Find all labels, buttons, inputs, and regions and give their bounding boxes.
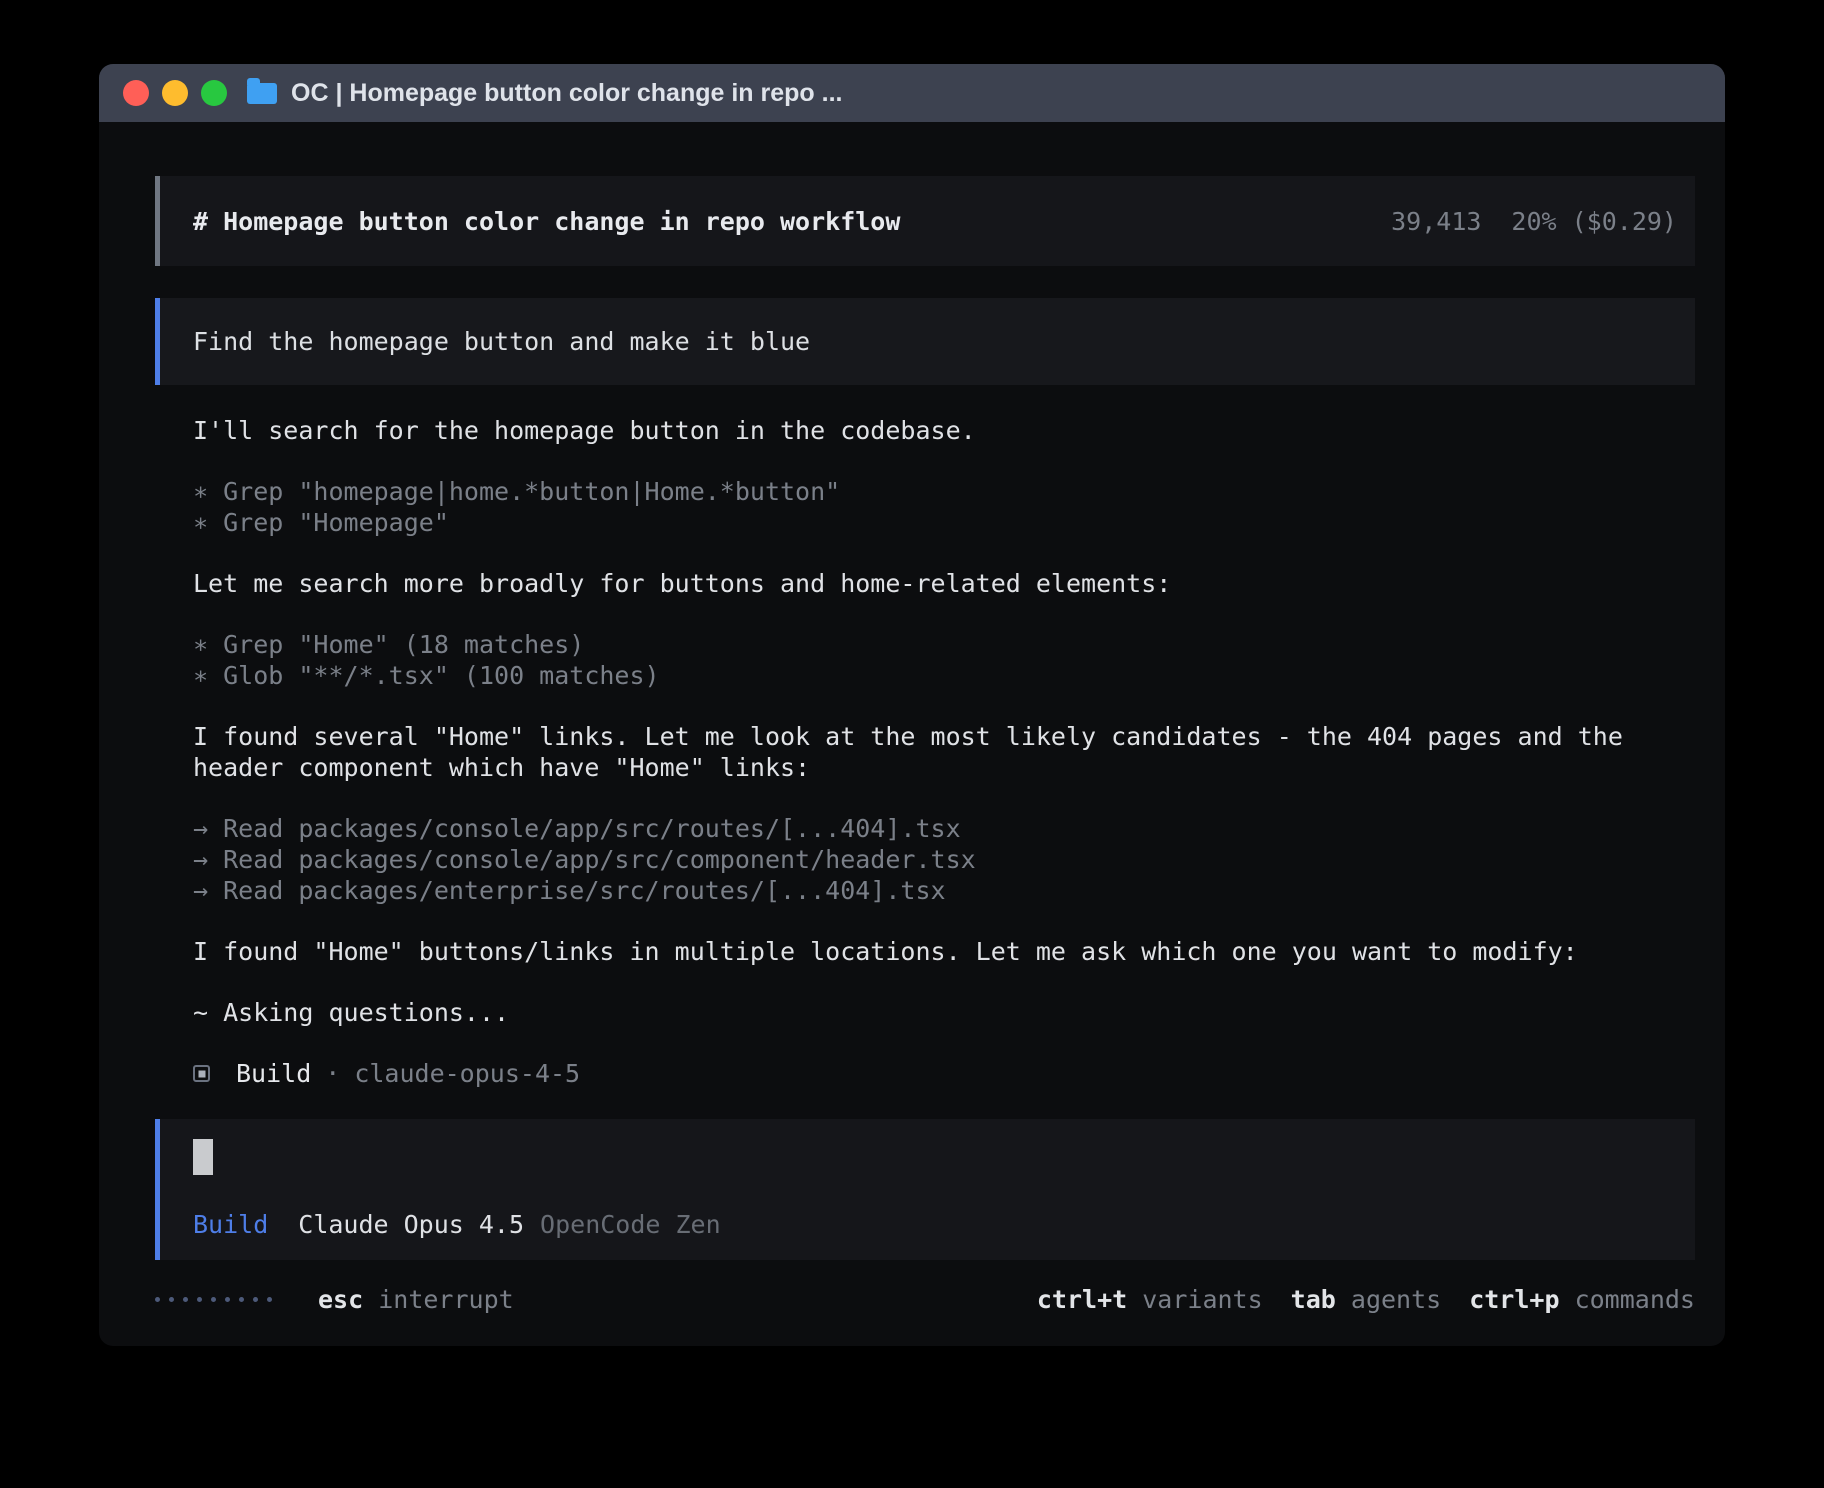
shortcut-commands: ctrl+p commands: [1469, 1284, 1695, 1315]
agent-model: claude-opus-4-5: [354, 1058, 580, 1089]
shortcut-key: ctrl+t: [1037, 1285, 1127, 1314]
tool-call-line: → Read packages/enterprise/src/routes/[.…: [193, 875, 1695, 906]
shortcut-label: commands: [1575, 1285, 1695, 1314]
traffic-lights: [123, 80, 227, 106]
tool-call-line: ∗ Glob "**/*.tsx" (100 matches): [193, 660, 1695, 691]
agent-name: Build: [236, 1058, 311, 1089]
assistant-text-line: I'll search for the homepage button in t…: [193, 415, 1695, 446]
assistant-transcript: I'll search for the homepage button in t…: [155, 415, 1695, 1028]
prompt-input[interactable]: Build Claude Opus 4.5 OpenCode Zen: [155, 1119, 1695, 1260]
minimize-button[interactable]: [162, 80, 188, 106]
assistant-text-line: Let me search more broadly for buttons a…: [193, 568, 1695, 599]
agent-status-row: Build · claude-opus-4-5: [155, 1058, 1695, 1089]
spinner-dots: [155, 1297, 272, 1302]
assistant-text-line: I found several "Home" links. Let me loo…: [193, 721, 1695, 783]
input-agent-label[interactable]: Build: [193, 1209, 268, 1240]
close-button[interactable]: [123, 80, 149, 106]
window-titlebar: OC | Homepage button color change in rep…: [99, 64, 1725, 122]
terminal-window: OC | Homepage button color change in rep…: [99, 64, 1725, 1346]
tool-call-line: ∗ Grep "Home" (18 matches): [193, 629, 1695, 660]
terminal-content: # Homepage button color change in repo w…: [99, 122, 1725, 1315]
context-usage: 20% ($0.29): [1511, 207, 1677, 236]
shortcut-variants: ctrl+t variants: [1037, 1284, 1263, 1315]
token-count: 39,413: [1391, 207, 1481, 236]
shortcut-hints: ctrl+t variants tab agents ctrl+p comman…: [1009, 1284, 1695, 1315]
text-cursor: [193, 1139, 213, 1175]
tool-call-line: → Read packages/console/app/src/routes/[…: [193, 813, 1695, 844]
interrupt-label: interrupt: [378, 1285, 513, 1314]
user-message-text: Find the homepage button and make it blu…: [193, 327, 810, 356]
zoom-button[interactable]: [201, 80, 227, 106]
assistant-status-line: ~ Asking questions...: [193, 997, 1695, 1028]
tool-call-line: ∗ Grep "homepage|home.*button|Home.*butt…: [193, 476, 1695, 507]
shortcut-key: ctrl+p: [1469, 1285, 1559, 1314]
tool-call-line: → Read packages/console/app/src/componen…: [193, 844, 1695, 875]
shortcut-key: tab: [1291, 1285, 1336, 1314]
window-title: OC | Homepage button color change in rep…: [291, 79, 842, 108]
agent-separator: ·: [325, 1058, 340, 1089]
folder-icon: [247, 83, 277, 104]
user-message: Find the homepage button and make it blu…: [155, 298, 1695, 385]
agent-icon: [193, 1065, 210, 1082]
assistant-text-line: I found "Home" buttons/links in multiple…: [193, 936, 1695, 967]
input-model-label[interactable]: Claude Opus 4.5: [298, 1209, 524, 1240]
input-provider-label: OpenCode Zen: [540, 1209, 721, 1240]
session-title: # Homepage button color change in repo w…: [193, 207, 900, 236]
shortcut-agents: tab agents: [1291, 1284, 1442, 1315]
input-footer: Build Claude Opus 4.5 OpenCode Zen: [193, 1209, 1675, 1240]
tool-call-line: ∗ Grep "Homepage": [193, 507, 1695, 538]
interrupt-hint: esc interrupt: [318, 1284, 514, 1315]
session-header: # Homepage button color change in repo w…: [155, 176, 1695, 266]
shortcut-label: variants: [1142, 1285, 1262, 1314]
status-bar: esc interrupt ctrl+t variants tab agents…: [155, 1284, 1695, 1315]
esc-key: esc: [318, 1285, 363, 1314]
session-stats: 39,413 20% ($0.29): [1391, 207, 1677, 236]
shortcut-label: agents: [1351, 1285, 1441, 1314]
